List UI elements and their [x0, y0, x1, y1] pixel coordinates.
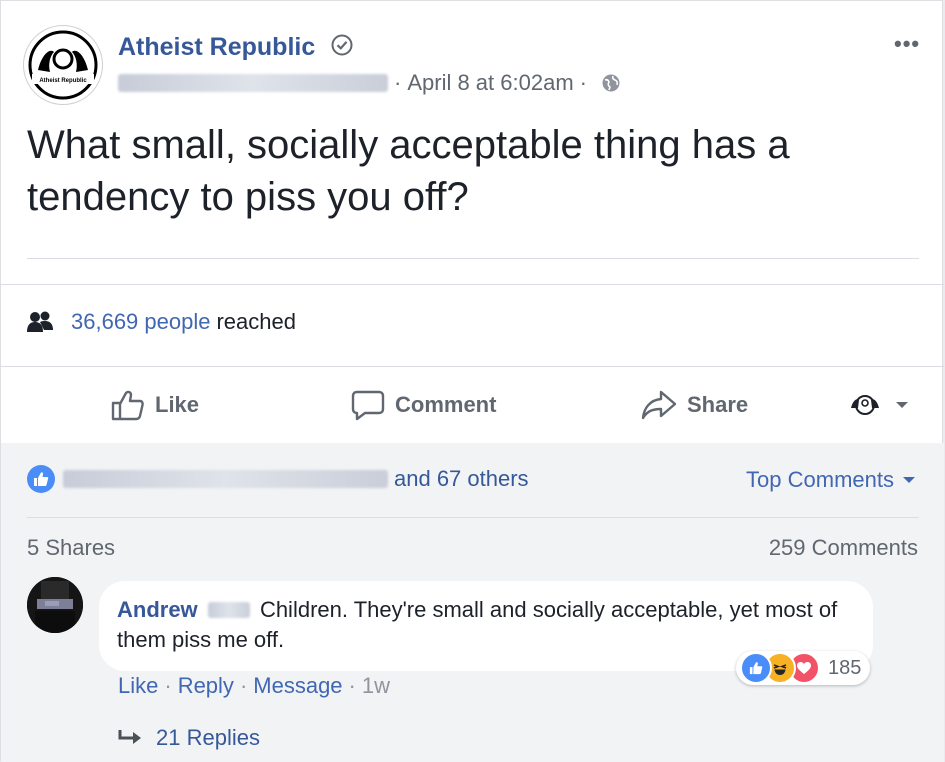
post-meta: · April 8 at 6:02am ·: [118, 69, 621, 97]
blurred-reactor-names: [63, 470, 388, 488]
like-label: Like: [155, 392, 200, 417]
comment-reply-link[interactable]: Reply: [178, 673, 234, 698]
others-count[interactable]: and 67 others: [394, 466, 529, 492]
share-arrow-icon: [641, 390, 677, 420]
page-avatar[interactable]: Atheist Republic: [23, 25, 103, 105]
blurred-surname: [207, 602, 250, 618]
like-reaction-icon: [740, 652, 772, 684]
caret-down-icon: [896, 402, 908, 408]
comment-actions: Like · Reply · Message · 1w: [118, 673, 390, 698]
page-mini-logo-icon: [851, 395, 879, 415]
more-options-icon[interactable]: •••: [894, 31, 920, 57]
svg-text:Atheist Republic: Atheist Republic: [39, 78, 87, 84]
view-replies-link[interactable]: 21 Replies: [118, 725, 260, 751]
people-icon: [27, 311, 53, 332]
divider: [27, 517, 919, 518]
post-card: Atheist Republic Atheist Republic ••• · …: [0, 0, 944, 762]
action-bar: Like Comment Share: [1, 367, 944, 443]
reply-arrow-icon: [118, 730, 141, 744]
globe-icon: [602, 74, 620, 92]
comment-like-link[interactable]: Like: [118, 673, 158, 698]
blurred-publisher: [118, 74, 388, 92]
reach-count[interactable]: 36,669 people: [71, 309, 210, 335]
divider: [27, 258, 919, 259]
comment-button[interactable]: Comment: [351, 389, 496, 421]
divider: [1, 284, 944, 285]
comment-author[interactable]: Andrew: [117, 597, 198, 622]
shares-count[interactable]: 5 Shares: [27, 535, 115, 561]
comments-count[interactable]: 259 Comments: [769, 535, 918, 561]
counts-row: 5 Shares 259 Comments: [27, 535, 918, 561]
share-label: Share: [687, 392, 749, 417]
verified-badge-icon: [331, 34, 353, 56]
replies-count: 21 Replies: [156, 725, 260, 750]
comment-message-link[interactable]: Message: [253, 673, 342, 698]
reaction-summary[interactable]: and 67 others: [27, 463, 529, 495]
share-button[interactable]: Share: [641, 389, 748, 421]
sort-label: Top Comments: [746, 467, 894, 492]
post-as-selector[interactable]: [849, 389, 919, 421]
post-date[interactable]: April 8 at 6:02am: [407, 70, 573, 96]
like-button[interactable]: Like: [111, 389, 199, 421]
reach-suffix: reached: [216, 309, 296, 334]
reach-row: 36,669 people reached: [27, 307, 296, 337]
thumbs-up-icon: [111, 390, 144, 421]
comment-reactions[interactable]: 185: [736, 651, 870, 685]
caret-down-icon: [903, 477, 915, 483]
post-text: What small, socially acceptable thing ha…: [27, 123, 790, 219]
reaction-count: 185: [828, 656, 862, 679]
atheist-republic-logo: Atheist Republic: [28, 30, 98, 100]
like-reaction-icon: [27, 465, 55, 493]
comment-time[interactable]: 1w: [362, 673, 390, 698]
page-name[interactable]: Atheist Republic: [118, 33, 315, 62]
comment-sort-dropdown[interactable]: Top Comments: [746, 467, 916, 493]
comment-label: Comment: [395, 392, 497, 417]
comment-icon: [351, 390, 385, 421]
comments-section: and 67 others Top Comments 5 Shares 259 …: [1, 443, 944, 762]
commenter-avatar[interactable]: [27, 577, 83, 633]
